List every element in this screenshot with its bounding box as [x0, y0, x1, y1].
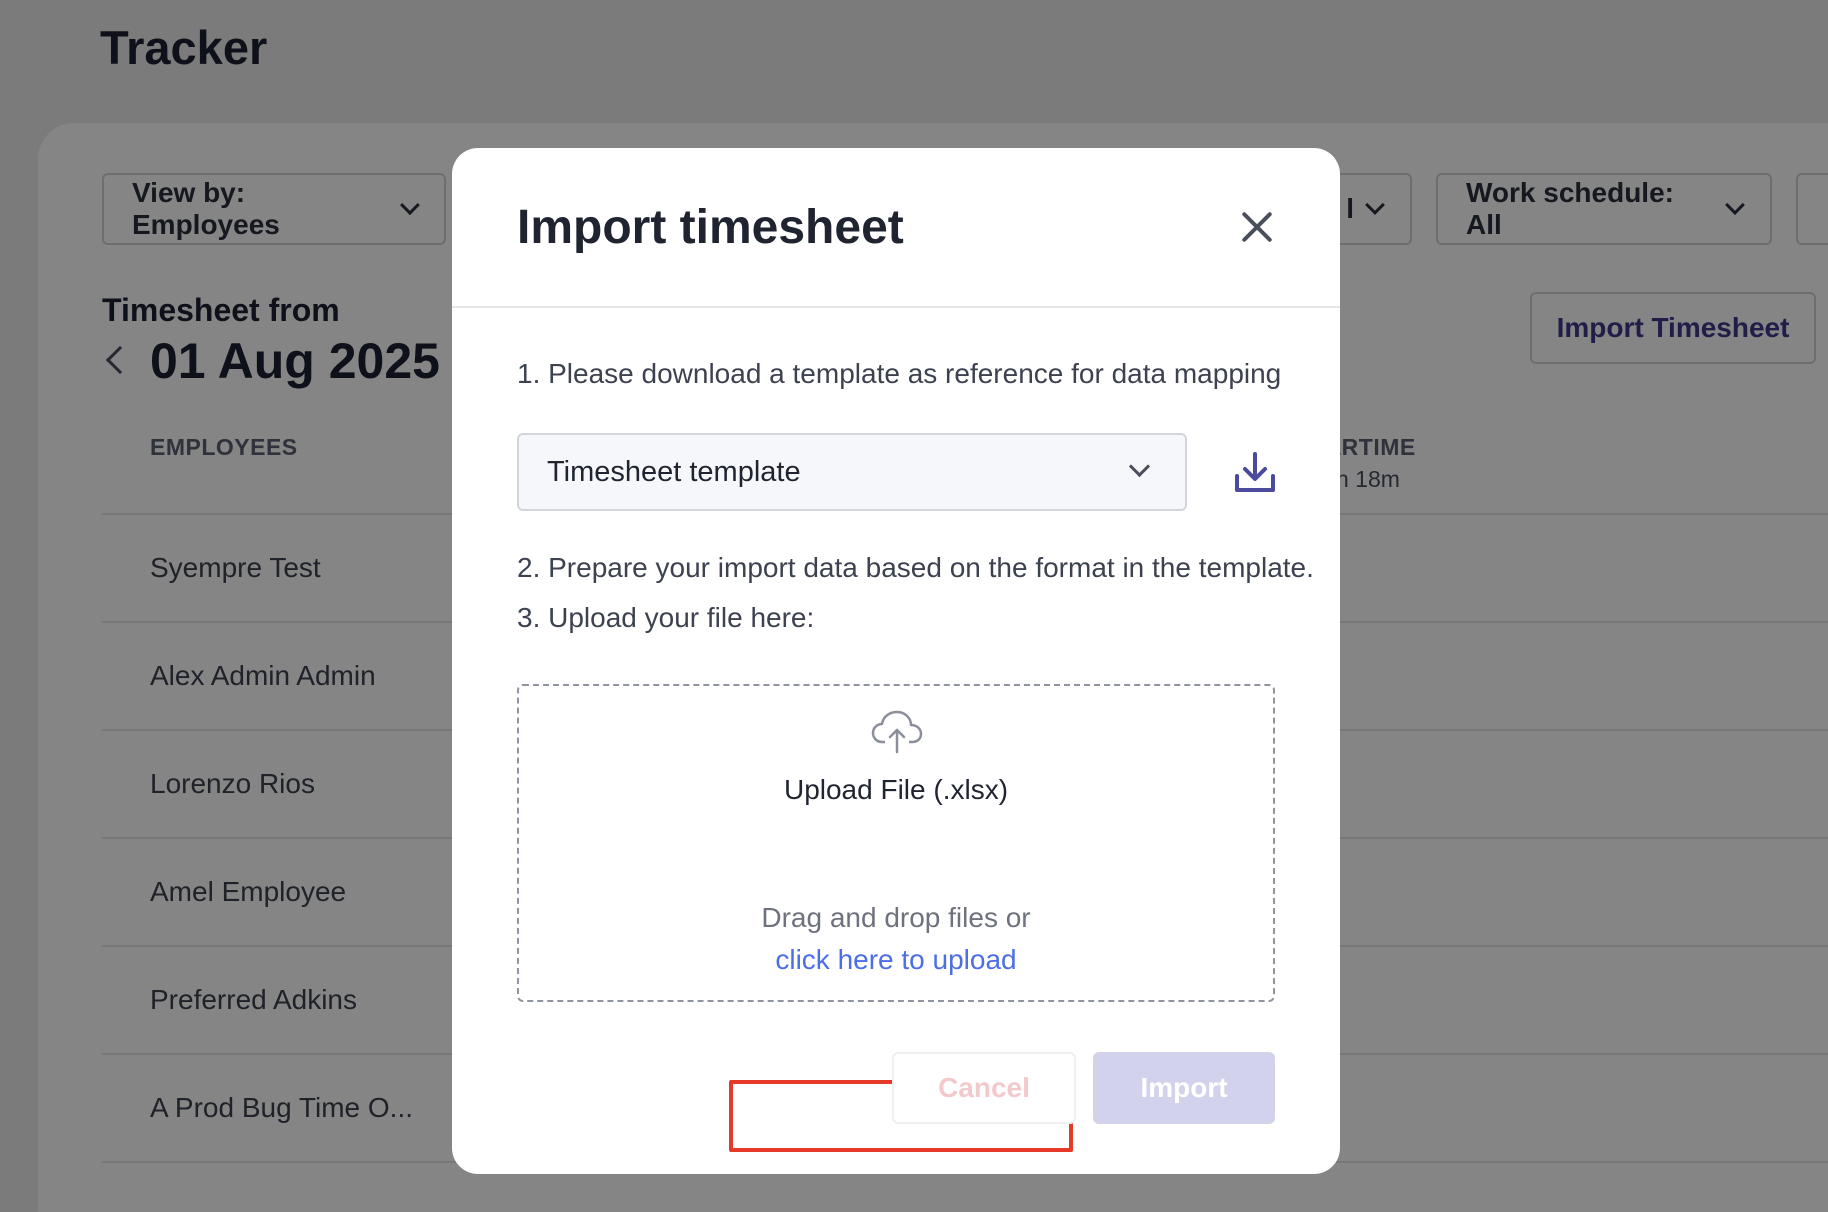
chevron-down-icon — [1128, 455, 1151, 478]
template-select-value: Timesheet template — [547, 455, 801, 488]
drag-drop-text: Drag and drop files or — [761, 902, 1031, 933]
modal-header: Import timesheet — [452, 148, 1340, 308]
import-button[interactable]: Import — [1093, 1052, 1275, 1124]
download-icon[interactable] — [1230, 448, 1280, 498]
step-2-text: 2. Prepare your import data based on the… — [517, 552, 1314, 583]
modal-title: Import timesheet — [517, 201, 904, 254]
step-1-text: 1. Please download a template as referen… — [517, 358, 1282, 389]
template-select[interactable]: Timesheet template — [517, 433, 1187, 511]
close-icon[interactable] — [1240, 210, 1274, 244]
click-to-upload-link[interactable]: click here to upload — [519, 944, 1273, 976]
cloud-upload-icon — [871, 710, 923, 754]
upload-file-label: Upload File (.xlsx) — [783, 774, 1009, 805]
step-3-text: 3. Upload your file here: — [517, 602, 815, 633]
cancel-button[interactable]: Cancel — [892, 1052, 1076, 1124]
file-dropzone[interactable]: Upload File (.xlsx) Drag and drop files … — [517, 684, 1275, 1002]
import-timesheet-modal: Import timesheet 1. Please download a te… — [452, 148, 1340, 1174]
